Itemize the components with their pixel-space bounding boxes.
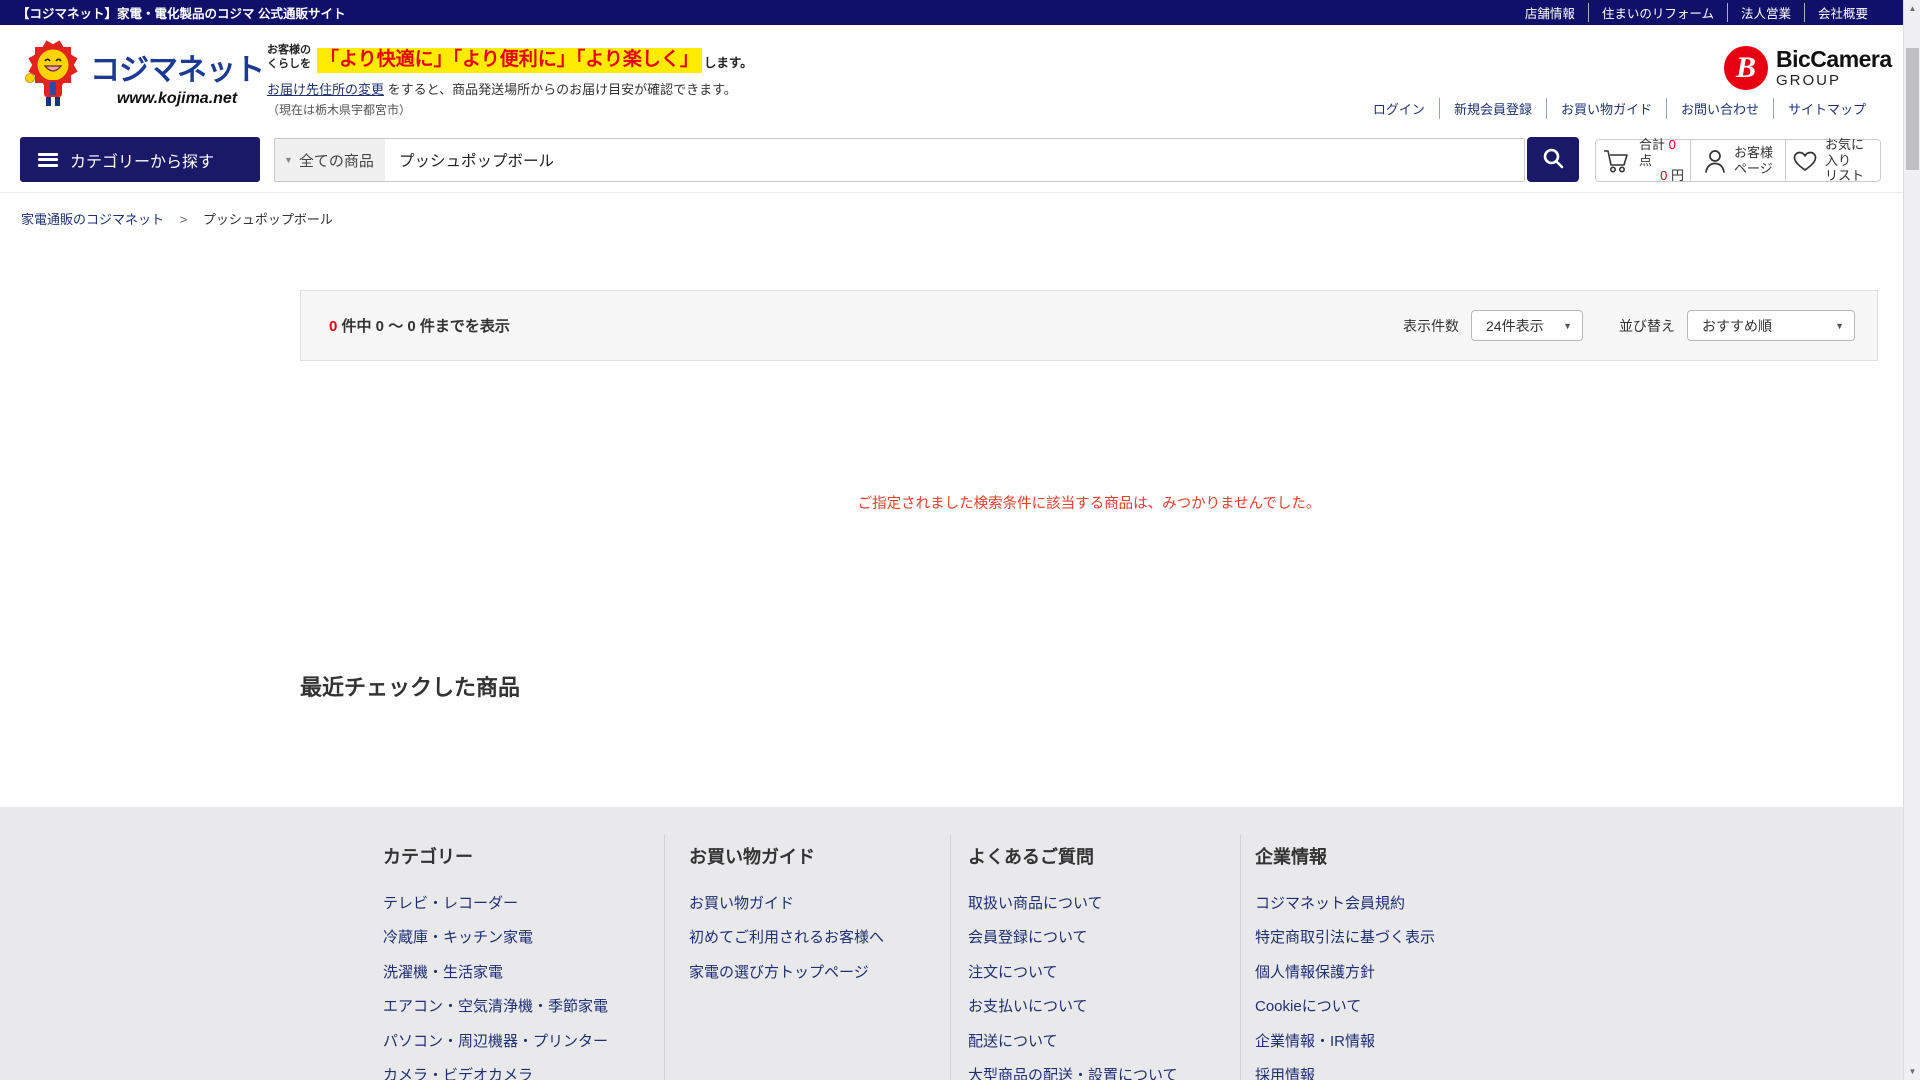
sort-select[interactable]: おすすめ順 ▼ [1687, 310, 1855, 341]
display-count-label: 表示件数 [1403, 316, 1459, 336]
category-menu-label: カテゴリーから探す [70, 148, 214, 172]
footer-link[interactable]: 冷蔵庫・キッチン家電 [383, 926, 533, 947]
category-menu-button[interactable]: カテゴリーから探す [20, 137, 260, 182]
tagline-suffix: します。 [704, 52, 753, 71]
chevron-down-icon: ▼ [284, 155, 293, 165]
display-count-select[interactable]: 24件表示 ▼ [1471, 310, 1583, 341]
nav-shopping-guide[interactable]: お買い物ガイド [1547, 98, 1666, 119]
footer-link[interactable]: 配送について [968, 1030, 1058, 1051]
breadcrumb-current: プッシュポップボール [203, 212, 333, 227]
kojima-logo-url: www.kojima.net [90, 90, 264, 108]
biccamera-b-icon: B [1724, 46, 1768, 90]
footer-link[interactable]: 採用情報 [1255, 1064, 1315, 1080]
results-count: 0 件中 0 ～ 0 件までを表示 [329, 315, 510, 336]
footer-link[interactable]: 企業情報・IR情報 [1255, 1030, 1375, 1051]
topbar-link-company[interactable]: 会社概要 [1805, 3, 1881, 22]
scrollbar-down-icon[interactable]: ▼ [1904, 1063, 1920, 1080]
kojima-mascot-icon [22, 38, 86, 115]
footer-link[interactable]: 家電の選び方トップページ [689, 961, 869, 982]
search-button[interactable] [1527, 137, 1579, 182]
no-results-message: ご指定されました検索条件に該当する商品は、みつかりませんでした。 [300, 492, 1878, 513]
footer-link[interactable]: 取扱い商品について [968, 892, 1103, 913]
user-icon [1703, 148, 1727, 174]
biccamera-group-sub: GROUP [1776, 73, 1892, 88]
footer-link[interactable]: カメラ・ビデオカメラ [383, 1064, 533, 1080]
results-controls: 表示件数 24件表示 ▼ 並び替え おすすめ順 ▼ [1403, 310, 1855, 341]
tagline-prefix: お客様の くらしを [267, 44, 311, 72]
hamburger-icon [38, 153, 58, 167]
kojima-logo-text: コジマネット www.kojima.net [90, 38, 264, 108]
footer-divider [664, 835, 665, 1080]
header-divider [0, 192, 1903, 193]
breadcrumb-separator: > [180, 212, 188, 227]
footer-heading-categories: カテゴリー [383, 843, 473, 869]
scrollbar-thumb[interactable] [1906, 48, 1919, 170]
chevron-down-icon: ▼ [1563, 321, 1572, 331]
footer: カテゴリー テレビ・レコーダー 冷蔵庫・キッチン家電 洗濯機・生活家電 エアコン… [0, 807, 1903, 1080]
delivery-address-change-link[interactable]: お届け先住所の変更 [267, 82, 384, 97]
cart-button[interactable]: 合計 0 点 0 円 [1596, 140, 1690, 181]
header-nav: ログイン 新規会員登録 お買い物ガイド お問い合わせ サイトマップ [1359, 98, 1880, 119]
site-title: 【コジマネット】家電・電化製品のコジマ 公式通販サイト [17, 3, 345, 22]
favorites-button[interactable]: お気に入り リスト [1785, 140, 1880, 181]
nav-register[interactable]: 新規会員登録 [1440, 98, 1546, 119]
footer-link[interactable]: テレビ・レコーダー [383, 892, 518, 913]
biccamera-name: BicCamera [1776, 48, 1892, 71]
footer-divider [1240, 835, 1241, 1080]
topbar-link-corporate-sales[interactable]: 法人営業 [1728, 3, 1804, 22]
recently-checked-heading: 最近チェックした商品 [300, 670, 520, 702]
biccamera-group-logo: B BicCamera GROUP [1724, 46, 1892, 90]
top-bar: 【コジマネット】家電・電化製品のコジマ 公式通販サイト 店舗情報 住まいのリフォ… [0, 0, 1903, 25]
scrollbar-up-icon[interactable]: ▲ [1904, 0, 1920, 17]
nav-sitemap[interactable]: サイトマップ [1774, 98, 1880, 119]
search-box: ▼ 全ての商品 [274, 138, 1525, 182]
footer-link[interactable]: エアコン・空気清浄機・季節家電 [383, 995, 608, 1016]
heart-icon [1792, 149, 1818, 173]
footer-link[interactable]: コジマネット会員規約 [1255, 892, 1405, 913]
kojima-logo[interactable]: コジマネット www.kojima.net [22, 38, 264, 115]
nav-login[interactable]: ログイン [1359, 98, 1439, 119]
scrollbar[interactable]: ▲ ▼ [1903, 0, 1920, 1080]
footer-link[interactable]: パソコン・周辺機器・プリンター [383, 1030, 608, 1051]
footer-link[interactable]: 特定商取引法に基づく表示 [1255, 926, 1435, 947]
chevron-down-icon: ▼ [1835, 321, 1844, 331]
account-page-button[interactable]: お客様 ページ [1690, 140, 1785, 181]
topbar-link-stores[interactable]: 店舗情報 [1512, 3, 1588, 22]
nav-contact[interactable]: お問い合わせ [1667, 98, 1773, 119]
cart-icon [1602, 148, 1632, 174]
footer-link[interactable]: 個人情報保護方針 [1255, 961, 1375, 982]
footer-link[interactable]: お買い物ガイド [689, 892, 794, 913]
search-icon [1541, 146, 1565, 173]
breadcrumb-home-link[interactable]: 家電通販のコジマネット [21, 212, 164, 227]
footer-link[interactable]: 会員登録について [968, 926, 1088, 947]
sort-label: 並び替え [1619, 316, 1675, 336]
user-utility-box: 合計 0 点 0 円 お客様 ページ お気に入り リスト [1595, 139, 1881, 182]
delivery-note: をすると、商品発送場所からのお届け目安が確認できます。 [384, 82, 737, 97]
favorites-label: お気に入り リスト [1825, 137, 1874, 184]
footer-link[interactable]: 大型商品の配送・設置について [968, 1064, 1178, 1080]
footer-link[interactable]: 洗濯機・生活家電 [383, 961, 503, 982]
footer-link[interactable]: お支払いについて [968, 995, 1088, 1016]
search-scope-value: 全ての商品 [299, 150, 374, 171]
footer-heading-shopping-guide: お買い物ガイド [689, 843, 815, 869]
account-page-label: お客様 ページ [1734, 145, 1773, 176]
footer-link[interactable]: Cookieについて [1255, 995, 1361, 1016]
topbar-links: 店舗情報 住まいのリフォーム 法人営業 会社概要 [1512, 3, 1881, 22]
cart-total-text: 合計 0 点 0 円 [1639, 137, 1684, 184]
page: 【コジマネット】家電・電化製品のコジマ 公式通販サイト 店舗情報 住まいのリフォ… [0, 0, 1920, 1080]
results-bar: 0 件中 0 ～ 0 件までを表示 表示件数 24件表示 ▼ 並び替え おすすめ… [300, 290, 1878, 361]
kojima-logo-name: コジマネット [90, 56, 264, 86]
footer-link[interactable]: 注文について [968, 961, 1058, 982]
tagline-highlight: 「より快適に」「より便利に」「より楽しく」 [317, 48, 702, 73]
footer-heading-faq: よくあるご質問 [968, 843, 1094, 869]
search-input[interactable] [385, 139, 1524, 181]
breadcrumb: 家電通販のコジマネット > プッシュポップボール [21, 209, 333, 228]
header-tagline: お客様の くらしを 「より快適に」「より便利に」「より楽しく」 します。 お届け… [267, 44, 753, 118]
search-scope-select[interactable]: ▼ 全ての商品 [275, 139, 385, 181]
topbar-link-reform[interactable]: 住まいのリフォーム [1589, 3, 1727, 22]
delivery-current-location: （現在は栃木県宇都宮市） [267, 101, 753, 118]
footer-link[interactable]: 初めてご利用されるお客様へ [689, 926, 884, 947]
footer-divider [950, 835, 951, 1080]
footer-heading-corporate: 企業情報 [1255, 843, 1327, 869]
